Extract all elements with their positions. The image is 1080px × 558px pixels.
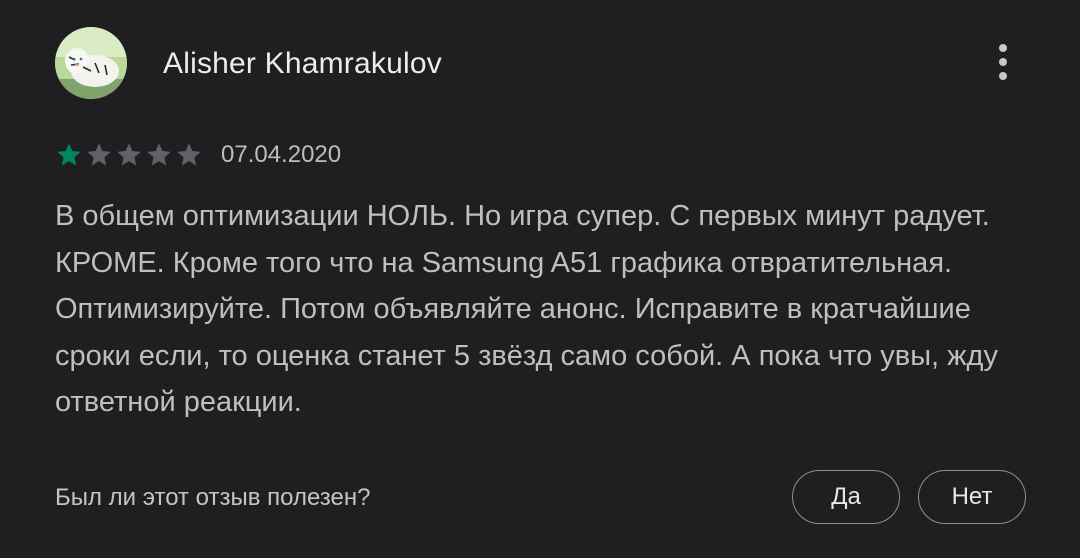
review-text: В общем оптимизации НОЛЬ. Но игра супер.… — [55, 200, 998, 418]
helpful-no-button[interactable]: Нет — [918, 470, 1026, 524]
star-empty-icon — [87, 143, 111, 166]
helpful-row: Был ли этот отзыв полезен? Да Нет — [55, 470, 1026, 526]
star-empty-icon — [177, 143, 201, 166]
review-card: Alisher Khamrakulov 07.04.2020 В общем о… — [0, 0, 1080, 558]
tiger-avatar-icon — [55, 27, 127, 99]
author-name: Alisher Khamrakulov — [163, 47, 442, 80]
star-filled-icon — [57, 143, 81, 166]
review-date: 07.04.2020 — [221, 141, 342, 168]
star-rating — [55, 141, 203, 169]
helpful-yes-button[interactable]: Да — [792, 470, 900, 524]
review-header: Alisher Khamrakulov — [55, 27, 1035, 99]
star-empty-icon — [147, 143, 171, 166]
avatar — [55, 27, 127, 99]
rating-row: 07.04.2020 — [55, 140, 341, 170]
more-options-button[interactable] — [993, 41, 1013, 83]
helpful-question: Был ли этот отзыв полезен? — [55, 484, 371, 511]
star-empty-icon — [117, 143, 141, 166]
more-vert-icon — [999, 44, 1007, 80]
